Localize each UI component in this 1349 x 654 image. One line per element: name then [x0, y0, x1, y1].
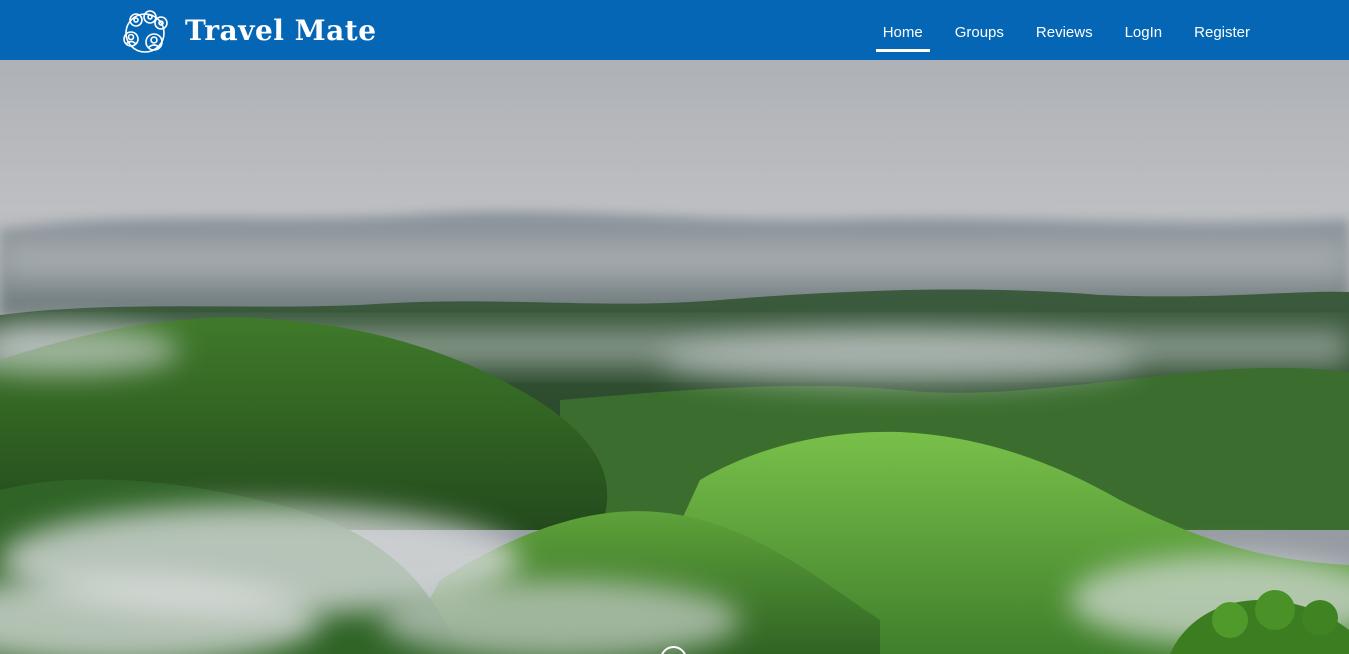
nav-groups[interactable]: Groups	[939, 0, 1020, 60]
nav-reviews[interactable]: Reviews	[1020, 0, 1109, 60]
brand[interactable]: Travel Mate	[118, 9, 377, 53]
top-navbar: Travel Mate Home Groups Reviews LogIn Re…	[0, 0, 1349, 60]
nav-home[interactable]: Home	[867, 0, 939, 60]
brand-name: Travel Mate	[185, 14, 377, 47]
hero-banner	[0, 60, 1349, 654]
hero-landscape-image	[0, 60, 1349, 654]
nav-register[interactable]: Register	[1178, 0, 1266, 60]
travel-group-logo-icon	[123, 10, 168, 53]
nav-login[interactable]: LogIn	[1109, 0, 1179, 60]
main-nav: Home Groups Reviews LogIn Register	[867, 0, 1266, 60]
